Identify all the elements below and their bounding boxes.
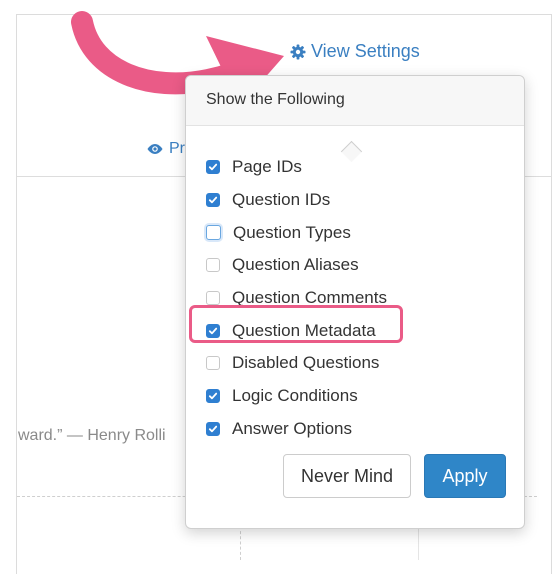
view-settings-popover: Show the Following Page IDs Question IDs… <box>185 75 525 529</box>
never-mind-button[interactable]: Never Mind <box>283 454 411 498</box>
option-question-ids[interactable]: Question IDs <box>206 184 387 217</box>
checkmark-icon <box>208 392 218 400</box>
option-label: Disabled Questions <box>232 353 380 373</box>
popover-header: Show the Following <box>186 76 524 126</box>
option-question-aliases[interactable]: Question Aliases <box>206 249 387 282</box>
option-question-types[interactable]: Question Types <box>206 216 387 249</box>
checkbox[interactable] <box>206 225 221 241</box>
checkmark-icon <box>208 425 218 433</box>
option-page-ids[interactable]: Page IDs <box>206 151 387 184</box>
checkmark-icon <box>208 196 218 204</box>
option-label: Question Comments <box>232 288 387 308</box>
checkbox[interactable] <box>206 258 220 273</box>
checkbox[interactable] <box>206 421 220 436</box>
option-label: Question Types <box>233 222 351 242</box>
checkbox[interactable] <box>206 193 220 208</box>
view-settings-label: View Settings <box>311 41 420 61</box>
option-label: Page IDs <box>232 157 302 177</box>
option-label: Logic Conditions <box>232 386 358 406</box>
option-disabled-questions[interactable]: Disabled Questions <box>206 347 387 380</box>
option-label: Question IDs <box>232 190 331 210</box>
checkbox[interactable] <box>206 323 220 338</box>
checkbox[interactable] <box>206 356 220 371</box>
option-label: Question Aliases <box>232 255 359 275</box>
checkmark-icon <box>208 164 218 171</box>
gear-icon <box>290 44 306 59</box>
option-answer-options[interactable]: Answer Options <box>206 413 387 446</box>
option-logic-conditions[interactable]: Logic Conditions <box>206 380 387 413</box>
checkbox[interactable] <box>206 389 220 404</box>
option-label: Answer Options <box>232 418 352 438</box>
view-settings-link[interactable]: View Settings <box>290 41 420 62</box>
checkmark-icon <box>208 327 218 334</box>
checkbox[interactable] <box>206 291 220 306</box>
option-label: Question Metadata <box>232 320 376 340</box>
option-question-comments[interactable]: Question Comments <box>206 282 387 315</box>
option-list: Page IDs Question IDs Question Types Que… <box>206 151 387 445</box>
checkbox[interactable] <box>206 160 220 175</box>
apply-button[interactable]: Apply <box>424 454 506 498</box>
option-question-metadata[interactable]: Question Metadata <box>206 314 387 347</box>
